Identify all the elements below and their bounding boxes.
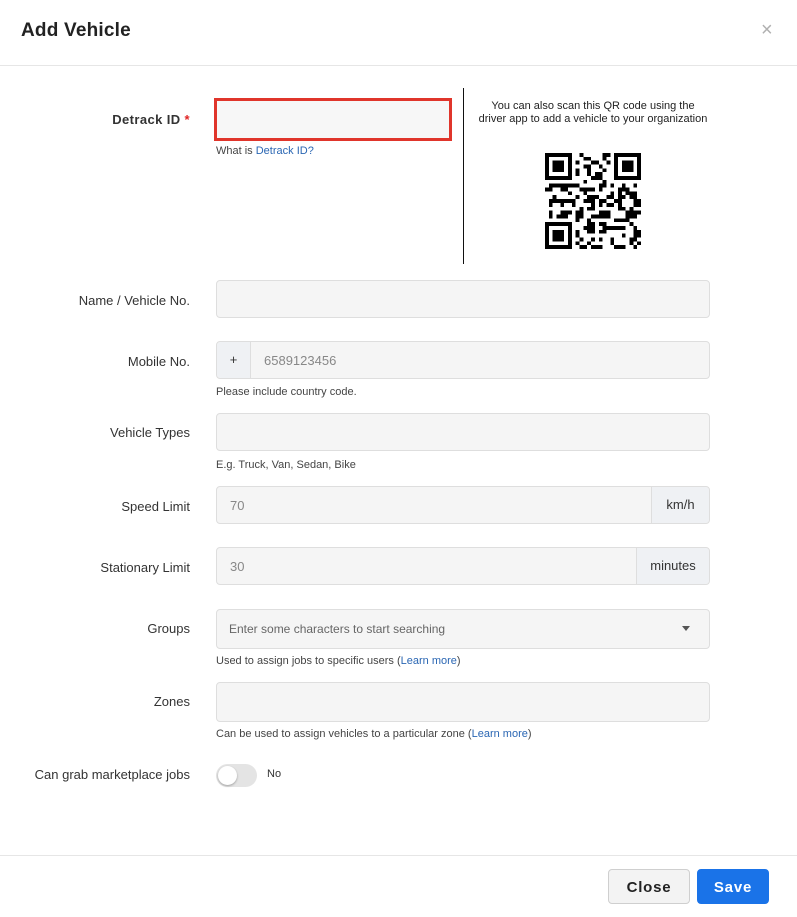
marketplace-toggle[interactable] — [216, 764, 257, 787]
vehicle-types-helper: E.g. Truck, Van, Sedan, Bike — [216, 459, 356, 471]
vertical-divider — [463, 88, 464, 264]
stationary-unit: minutes — [636, 548, 709, 584]
detrack-id-input[interactable] — [214, 98, 452, 141]
groups-select[interactable]: Enter some characters to start searching — [216, 609, 710, 649]
stationary-limit-input[interactable]: 30 minutes — [216, 547, 710, 585]
zones-label: Zones — [153, 694, 190, 709]
zones-input[interactable] — [216, 682, 710, 722]
speed-limit-placeholder: 70 — [230, 498, 245, 513]
vehicle-name-label: Name / Vehicle No. — [78, 293, 190, 308]
save-button[interactable]: Save — [697, 869, 769, 904]
required-mark: * — [184, 112, 190, 127]
stationary-limit-placeholder: 30 — [230, 559, 245, 574]
detrack-id-help: What is Detrack ID? — [216, 145, 314, 157]
country-code-prefix: + — [217, 342, 251, 378]
toggle-knob — [218, 766, 237, 785]
vehicle-types-input[interactable] — [216, 413, 710, 451]
groups-label: Groups — [147, 621, 190, 636]
detrack-id-label: Detrack ID * — [112, 112, 190, 127]
modal-header: Add Vehicle × — [0, 0, 797, 66]
modal-title: Add Vehicle — [21, 20, 131, 41]
mobile-placeholder: 6589123456 — [264, 353, 337, 368]
groups-placeholder: Enter some characters to start searching — [229, 622, 446, 636]
speed-limit-label: Speed Limit — [121, 499, 190, 514]
close-icon[interactable]: × — [761, 20, 773, 40]
detrack-id-link[interactable]: Detrack ID? — [256, 145, 314, 157]
speed-limit-input[interactable]: 70 km/h — [216, 486, 710, 524]
speed-unit: km/h — [651, 487, 709, 523]
mobile-helper: Please include country code. — [216, 386, 357, 398]
stationary-limit-label: Stationary Limit — [100, 560, 190, 575]
zones-learn-more-link[interactable]: Learn more — [472, 728, 528, 740]
vehicle-types-label: Vehicle Types — [110, 425, 190, 440]
mobile-label: Mobile No. — [127, 354, 190, 369]
marketplace-label: Can grab marketplace jobs — [34, 767, 190, 782]
groups-learn-more-link[interactable]: Learn more — [401, 655, 457, 667]
marketplace-toggle-state: No — [267, 768, 282, 780]
mobile-input[interactable]: + 6589123456 — [216, 341, 710, 379]
zones-helper: Can be used to assign vehicles to a part… — [216, 728, 532, 740]
close-button[interactable]: Close — [608, 869, 690, 904]
qr-instructions: You can also scan this QR code using the… — [478, 100, 708, 125]
chevron-down-icon[interactable] — [682, 626, 690, 631]
groups-helper: Used to assign jobs to specific users (L… — [216, 655, 461, 667]
vehicle-name-input[interactable] — [216, 280, 710, 318]
qr-code-icon — [545, 153, 641, 249]
